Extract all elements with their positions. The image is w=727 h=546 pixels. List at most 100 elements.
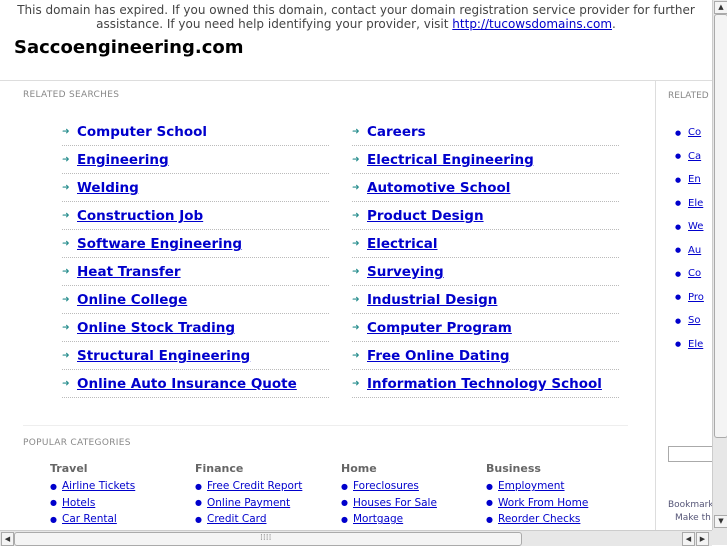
scroll-up-button[interactable]: ▲ [714, 1, 727, 14]
related-search-item[interactable]: ➜ Automotive School [352, 175, 619, 202]
vertical-scrollbar[interactable]: ▲ ▼ [712, 0, 727, 530]
category-heading: Home [341, 462, 377, 475]
category-item[interactable]: ● Car Rental [50, 511, 190, 528]
related-search-item[interactable]: ➜ Heat Transfer [62, 259, 329, 286]
related-search-item[interactable]: ➜ Online College [62, 287, 329, 314]
sidebar-search-input[interactable] [668, 446, 716, 462]
sidebar-link[interactable]: ● Ele [675, 198, 703, 209]
related-search-link[interactable]: Information Technology School [367, 376, 602, 392]
sidebar-link[interactable]: ● Au [675, 244, 702, 256]
related-search-item[interactable]: ➜ Online Stock Trading [62, 315, 329, 342]
category-link[interactable]: Work From Home [498, 497, 588, 509]
sidebar-link[interactable]: ● Co [675, 127, 701, 138]
related-search-link[interactable]: Heat Transfer [77, 264, 181, 280]
related-search-item[interactable]: ➜ Structural Engineering [62, 343, 329, 370]
related-search-link[interactable]: Surveying [367, 264, 444, 280]
related-search-link[interactable]: Construction Job [77, 208, 203, 224]
category-item[interactable]: ● Reorder Checks [486, 511, 626, 528]
arrow-icon: ➜ [352, 295, 360, 305]
sidebar-link[interactable]: ● We [675, 221, 703, 232]
sidebar-link[interactable]: ● Pro [675, 292, 704, 303]
related-search-item[interactable]: ➜ Construction Job [62, 203, 329, 230]
category-item[interactable]: ● Hotels [50, 495, 190, 512]
related-search-link[interactable]: Product Design [367, 208, 484, 224]
category-link[interactable]: Online Payment [207, 497, 290, 509]
sidebar-link-label: Au [688, 244, 702, 256]
related-search-link[interactable]: Computer School [77, 124, 207, 140]
category-link[interactable]: Airline Tickets [62, 480, 135, 492]
category-link[interactable]: Credit Card [207, 513, 266, 525]
related-search-item[interactable]: ➜ Engineering [62, 147, 329, 174]
category-link[interactable]: Employment [498, 480, 565, 492]
bullet-icon: ● [341, 481, 348, 491]
category-link[interactable]: Free Credit Report [207, 480, 302, 492]
arrow-icon: ➜ [352, 379, 360, 389]
related-search-item[interactable]: ➜ Computer School [62, 119, 329, 146]
horizontal-scroll-thumb[interactable]: ⁞⁞⁞⁞ [14, 532, 522, 546]
category-link[interactable]: Houses For Sale [353, 497, 437, 509]
related-search-item[interactable]: ➜ Industrial Design [352, 287, 619, 314]
related-search-item[interactable]: ➜ Software Engineering [62, 231, 329, 258]
sidebar-link[interactable]: ● So [675, 315, 700, 326]
bullet-icon: ● [675, 269, 682, 278]
related-search-link[interactable]: Careers [367, 124, 426, 140]
related-search-link[interactable]: Online Stock Trading [77, 320, 235, 336]
category-item[interactable]: ● Credit Card [195, 511, 335, 528]
bullet-icon: ● [675, 340, 682, 348]
category-item[interactable]: ● Free Credit Report [195, 478, 335, 495]
related-search-link[interactable]: Online Auto Insurance Quote [77, 376, 297, 392]
scroll-right-button[interactable]: ▶ [696, 532, 709, 546]
related-search-item[interactable]: ➜ Free Online Dating [352, 343, 619, 370]
category-link[interactable]: Car Rental [62, 513, 117, 525]
scroll-left-button-2[interactable]: ◀ [682, 532, 695, 546]
category-item[interactable]: ● Online Payment [195, 495, 335, 512]
scroll-down-button[interactable]: ▼ [714, 515, 727, 528]
related-search-link[interactable]: Welding [77, 180, 139, 196]
horizontal-scrollbar[interactable]: ◀ ⁞⁞⁞⁞ ◀ ▶ [0, 530, 712, 546]
arrow-icon: ➜ [352, 127, 360, 137]
category-link[interactable]: Mortgage [353, 513, 403, 525]
related-search-item[interactable]: ➜ Welding [62, 175, 329, 202]
bullet-icon: ● [50, 498, 57, 508]
category-column: Business ● Employment ● Work From Home ● Reord… [486, 462, 626, 528]
category-item[interactable]: ● Employment [486, 478, 626, 495]
related-search-link[interactable]: Industrial Design [367, 292, 497, 308]
arrow-icon: ➜ [352, 239, 360, 249]
notice-line1: This domain has expired. If you owned th… [17, 3, 695, 17]
related-search-link[interactable]: Free Online Dating [367, 348, 510, 364]
related-search-item[interactable]: ➜ Surveying [352, 259, 619, 286]
category-link[interactable]: Hotels [62, 497, 95, 509]
related-search-link[interactable]: Software Engineering [77, 236, 242, 252]
category-item[interactable]: ● Mortgage [341, 511, 481, 528]
related-search-link[interactable]: Computer Program [367, 320, 512, 336]
related-search-link[interactable]: Structural Engineering [77, 348, 250, 364]
category-link[interactable]: Foreclosures [353, 480, 419, 492]
related-search-link[interactable]: Engineering [77, 152, 169, 168]
related-search-item[interactable]: ➜ Electrical Engineering [352, 147, 619, 174]
related-search-link[interactable]: Electrical [367, 236, 438, 252]
sidebar-link[interactable]: ● Ca [675, 151, 701, 162]
related-search-item[interactable]: ➜ Information Technology School [352, 371, 619, 398]
arrow-icon: ➜ [352, 155, 360, 165]
related-search-link[interactable]: Electrical Engineering [367, 152, 534, 168]
related-search-link[interactable]: Online College [77, 292, 187, 308]
related-search-item[interactable]: ➜ Computer Program [352, 315, 619, 342]
scroll-left-button[interactable]: ◀ [1, 532, 14, 546]
related-search-item[interactable]: ➜ Electrical [352, 231, 619, 258]
vertical-scroll-thumb[interactable] [714, 14, 727, 438]
category-item[interactable]: ● Foreclosures [341, 478, 481, 495]
related-search-item[interactable]: ➜ Product Design [352, 203, 619, 230]
related-search-link[interactable]: Automotive School [367, 180, 510, 196]
category-item[interactable]: ● Work From Home [486, 495, 626, 512]
category-item[interactable]: ● Houses For Sale [341, 495, 481, 512]
tucows-link[interactable]: http://tucowsdomains.com [452, 17, 612, 31]
bookmark-link[interactable]: Bookmark [668, 499, 714, 512]
related-search-item[interactable]: ➜ Online Auto Insurance Quote [62, 371, 329, 398]
sidebar-link[interactable]: ● En [675, 174, 701, 185]
related-search-item[interactable]: ➜ Careers [352, 119, 619, 146]
category-item[interactable]: ● Airline Tickets [50, 478, 190, 495]
make-homepage-link[interactable]: Make th [668, 512, 714, 525]
sidebar-link[interactable]: ● Ele [675, 339, 703, 350]
category-link[interactable]: Reorder Checks [498, 513, 580, 525]
sidebar-link[interactable]: ● Co [675, 268, 701, 279]
